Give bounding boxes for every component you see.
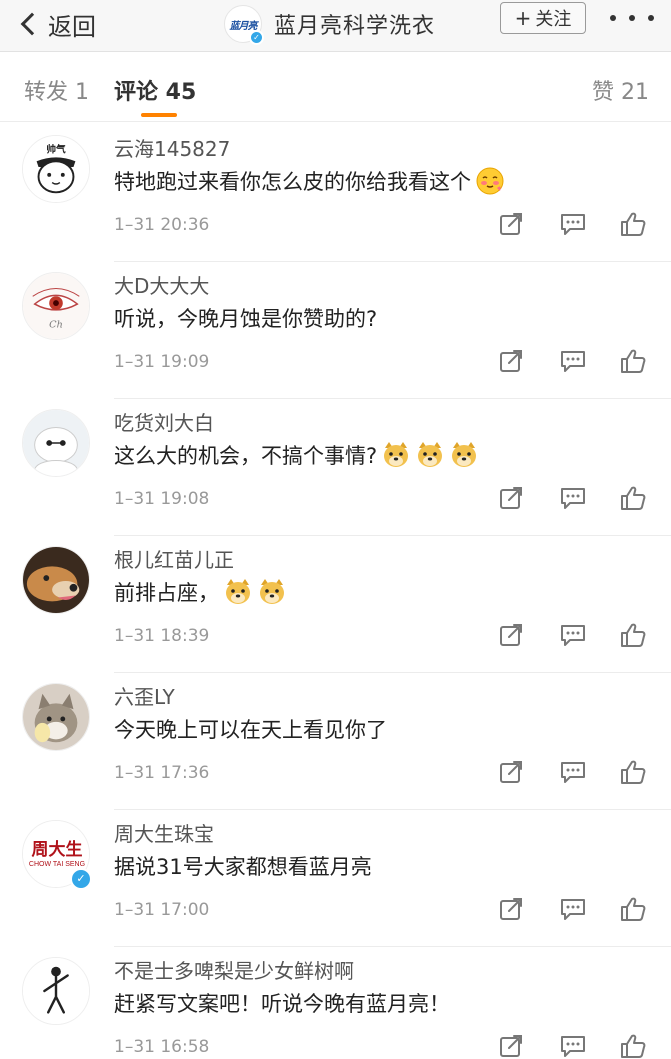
commenter-name[interactable]: 周大生珠宝 <box>114 818 214 847</box>
back-label: 返回 <box>48 12 96 41</box>
brand-logo: 蓝月亮 <box>229 20 258 32</box>
reply-icon[interactable] <box>560 759 586 785</box>
reply-icon[interactable] <box>560 1033 586 1059</box>
follow-label: 关注 <box>535 9 572 30</box>
share-icon[interactable] <box>498 622 524 648</box>
tab-likes[interactable]: 赞 21 <box>592 74 649 106</box>
comment-body: 今天晚上可以在天上看见你了 <box>114 718 387 742</box>
comment-actions <box>498 622 650 650</box>
chevron-left-icon <box>20 12 44 36</box>
eye-sketch-icon[interactable]: Ch <box>22 272 90 340</box>
plus-icon: + <box>514 6 532 30</box>
active-tab-indicator <box>141 113 177 117</box>
account-header[interactable]: 蓝月亮 ✓ 蓝月亮科学洗衣 <box>224 4 436 45</box>
verified-badge-icon: ✓ <box>70 868 92 890</box>
stick-figure-icon[interactable] <box>22 957 90 1025</box>
doge-emoji <box>449 440 479 470</box>
like-icon[interactable] <box>620 896 646 922</box>
like-icon[interactable] <box>620 211 646 237</box>
brand-logo-text: 周大生 <box>31 840 83 860</box>
commenter-name[interactable]: 六歪LY <box>114 681 175 710</box>
share-icon[interactable] <box>498 485 524 511</box>
comment-timestamp: 1–31 18:39 <box>114 626 210 646</box>
back-button[interactable]: 返回 <box>16 4 96 44</box>
comment-timestamp: 1–31 16:58 <box>114 1037 210 1057</box>
svg-text:Ch: Ch <box>49 319 63 330</box>
comment-text: 特地跑过来看你怎么皮的你给我看这个 <box>114 166 505 196</box>
comment-text: 这么大的机会，不搞个事情? <box>114 440 479 470</box>
share-icon[interactable] <box>498 1033 524 1059</box>
reply-icon[interactable] <box>560 622 586 648</box>
comment-body: 特地跑过来看你怎么皮的你给我看这个 <box>114 170 471 194</box>
reply-icon[interactable] <box>560 485 586 511</box>
comment-item: 不是士多啤梨是少女鲜树啊 赶紧写文案吧！听说今晚有蓝月亮！ 1–31 16:58 <box>0 947 671 1059</box>
comment-text: 听说，今晚月蚀是你赞助的? <box>114 303 377 333</box>
tab-bar: 转发 1 评论 45 赞 21 <box>0 52 671 122</box>
doge-emoji <box>415 440 445 470</box>
comment-text: 前排占座， <box>114 577 287 607</box>
comment-item: 帅气 云海145827 特地跑过来看你怎么皮的你给我看这个 1–31 20:36 <box>0 125 671 262</box>
tab-repost[interactable]: 转发 1 <box>24 74 89 106</box>
baymax-icon[interactable] <box>22 409 90 477</box>
like-icon[interactable] <box>620 485 646 511</box>
comment-timestamp: 1–31 17:36 <box>114 763 210 783</box>
comment-body: 据说31号大家都想看蓝月亮 <box>114 855 372 879</box>
dog-photo-icon[interactable] <box>22 546 90 614</box>
account-name: 蓝月亮科学洗衣 <box>274 14 436 39</box>
top-navbar: 返回 蓝月亮 ✓ 蓝月亮科学洗衣 + 关注 <box>0 0 671 52</box>
follow-button[interactable]: + 关注 <box>500 2 586 34</box>
reply-icon[interactable] <box>560 348 586 374</box>
like-icon[interactable] <box>620 348 646 374</box>
cat-photo-icon[interactable] <box>22 683 90 751</box>
share-icon[interactable] <box>498 211 524 237</box>
tab-comments[interactable]: 评论 45 <box>114 74 196 106</box>
svg-text:帅气: 帅气 <box>46 143 66 156</box>
comment-text: 赶紧写文案吧！听说今晚有蓝月亮！ <box>114 988 450 1018</box>
commenter-name[interactable]: 根儿红苗儿正 <box>114 544 234 573</box>
comment-item: 六歪LY 今天晚上可以在天上看见你了 1–31 17:36 <box>0 673 671 810</box>
commenter-name[interactable]: 不是士多啤梨是少女鲜树啊 <box>114 955 354 984</box>
comment-actions <box>498 759 650 787</box>
comment-timestamp: 1–31 19:08 <box>114 489 210 509</box>
comment-item: 根儿红苗儿正 前排占座， 1–31 18:39 <box>0 536 671 673</box>
doge-emoji <box>381 440 411 470</box>
account-avatar: 蓝月亮 ✓ <box>224 5 264 45</box>
verified-badge-icon: ✓ <box>249 30 264 45</box>
comment-body: 听说，今晚月蚀是你赞助的? <box>114 307 378 331</box>
like-icon[interactable] <box>620 759 646 785</box>
commenter-name[interactable]: 大D大大大 <box>114 270 209 299</box>
comment-text: 今天晚上可以在天上看见你了 <box>114 714 387 744</box>
comment-body: 这么大的机会，不搞个事情? <box>114 444 378 468</box>
comment-actions <box>498 1033 650 1059</box>
doge-emoji <box>257 577 287 607</box>
like-icon[interactable] <box>620 622 646 648</box>
comment-actions <box>498 211 650 239</box>
commenter-name[interactable]: 云海145827 <box>114 133 230 162</box>
comment-actions <box>498 348 650 376</box>
commenter-name[interactable]: 吃货刘大白 <box>114 407 214 436</box>
blushing-face-emoji <box>475 166 505 196</box>
comment-timestamp: 1–31 19:09 <box>114 352 210 372</box>
comment-item: 吃货刘大白 这么大的机会，不搞个事情? 1–31 19:08 <box>0 399 671 536</box>
comment-actions <box>498 896 650 924</box>
share-icon[interactable] <box>498 759 524 785</box>
like-icon[interactable] <box>620 1033 646 1059</box>
brand-logo-subtext: CHOW TAI SENG <box>28 861 86 868</box>
comment-item: 周大生 CHOW TAI SENG 周大生珠宝 据说31号大家都想看蓝月亮 1–3… <box>0 810 671 947</box>
comment-body: 前排占座， <box>114 581 219 605</box>
reply-icon[interactable] <box>560 896 586 922</box>
more-options-icon[interactable] <box>610 6 654 30</box>
doge-emoji <box>223 577 253 607</box>
face-cartoon-icon[interactable]: 帅气 <box>22 135 90 203</box>
reply-icon[interactable] <box>560 211 586 237</box>
share-icon[interactable] <box>498 348 524 374</box>
comment-actions <box>498 485 650 513</box>
share-icon[interactable] <box>498 896 524 922</box>
comment-body: 赶紧写文案吧！听说今晚有蓝月亮！ <box>114 992 450 1016</box>
comment-text: 据说31号大家都想看蓝月亮 <box>114 851 372 881</box>
comment-item: Ch 大D大大大 听说，今晚月蚀是你赞助的? 1–31 19:09 <box>0 262 671 399</box>
comment-timestamp: 1–31 20:36 <box>114 215 210 235</box>
comment-timestamp: 1–31 17:00 <box>114 900 210 920</box>
